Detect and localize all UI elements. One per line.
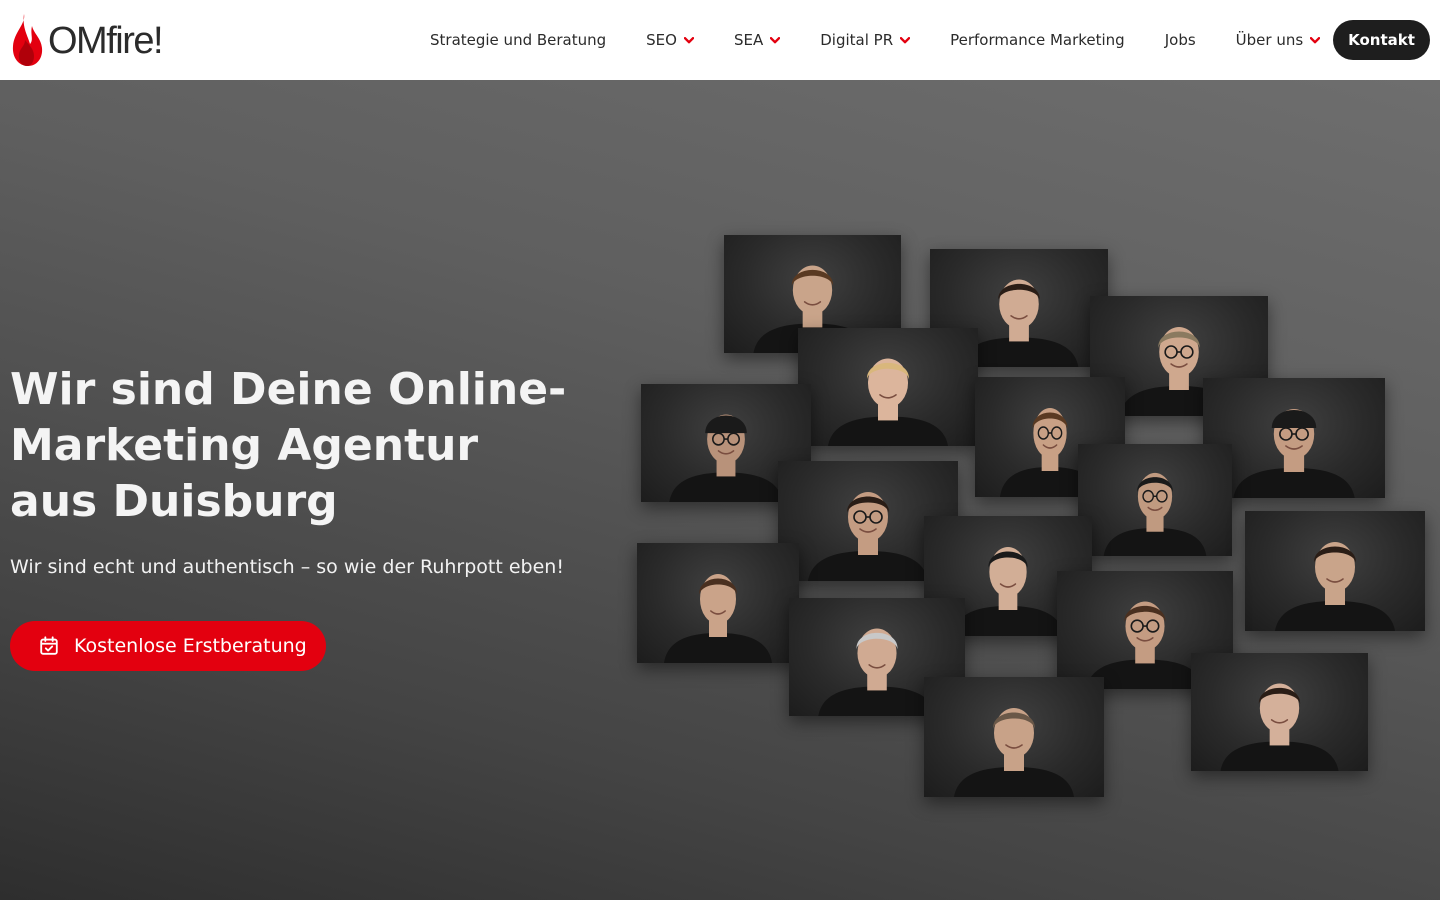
logo-text: OMfire! — [48, 19, 164, 62]
logo[interactable]: OMfire! — [10, 12, 164, 68]
main-nav: Strategie und Beratung SEO SEA Digital PR Pe… — [410, 0, 1340, 80]
hero-section: Wir sind Deine Online-Marketing Agentur … — [0, 80, 1440, 900]
team-photo — [1191, 653, 1368, 771]
team-photo — [1078, 444, 1232, 556]
team-photo — [1245, 511, 1425, 631]
nav-item-jobs[interactable]: Jobs — [1145, 0, 1216, 80]
nav-item-performance-marketing[interactable]: Performance Marketing — [930, 0, 1145, 80]
portrait-figure — [1275, 542, 1395, 631]
portrait-figure — [828, 358, 948, 446]
nav-item-label: Strategie und Beratung — [430, 31, 607, 49]
portrait-figure — [1103, 472, 1207, 556]
team-photo — [637, 543, 799, 663]
calendar-check-icon — [40, 636, 58, 655]
nav-item-strategie-und-beratung[interactable]: Strategie und Beratung — [410, 0, 626, 80]
chevron-down-icon — [683, 37, 694, 44]
nav-item-sea[interactable]: SEA — [714, 0, 800, 80]
site-header: OMfire! Strategie und Beratung SEO SEA Digi… — [0, 0, 1440, 80]
nav-item-label: Über uns — [1235, 31, 1304, 49]
nav-item-label: Digital PR — [820, 31, 894, 49]
nav-item-seo[interactable]: SEO — [626, 0, 714, 80]
nav-item-label: SEA — [733, 31, 764, 49]
portrait-figure — [1220, 683, 1339, 771]
nav-item-über-uns[interactable]: Über uns — [1216, 0, 1341, 80]
team-photo — [924, 677, 1104, 797]
nav-item-digital-pr[interactable]: Digital PR — [800, 0, 930, 80]
free-consultation-button[interactable]: Kostenlose Erstberatung — [10, 621, 326, 671]
hero-subtitle: Wir sind echt und authentisch – so wie d… — [10, 556, 564, 578]
flame-icon — [12, 14, 43, 66]
nav-item-label: Performance Marketing — [950, 31, 1125, 49]
hero-title: Wir sind Deine Online-Marketing Agentur … — [10, 364, 567, 527]
team-photo — [798, 328, 978, 446]
cta-label: Kostenlose Erstberatung — [74, 635, 307, 657]
chevron-down-icon — [900, 37, 911, 44]
chevron-down-icon — [1310, 37, 1321, 44]
nav-item-label: SEO — [646, 31, 677, 49]
portrait-figure — [954, 708, 1074, 797]
contact-button[interactable]: Kontakt — [1333, 20, 1430, 60]
portrait-figure — [664, 574, 772, 663]
nav-item-label: Jobs — [1164, 31, 1196, 49]
chevron-down-icon — [770, 37, 781, 44]
